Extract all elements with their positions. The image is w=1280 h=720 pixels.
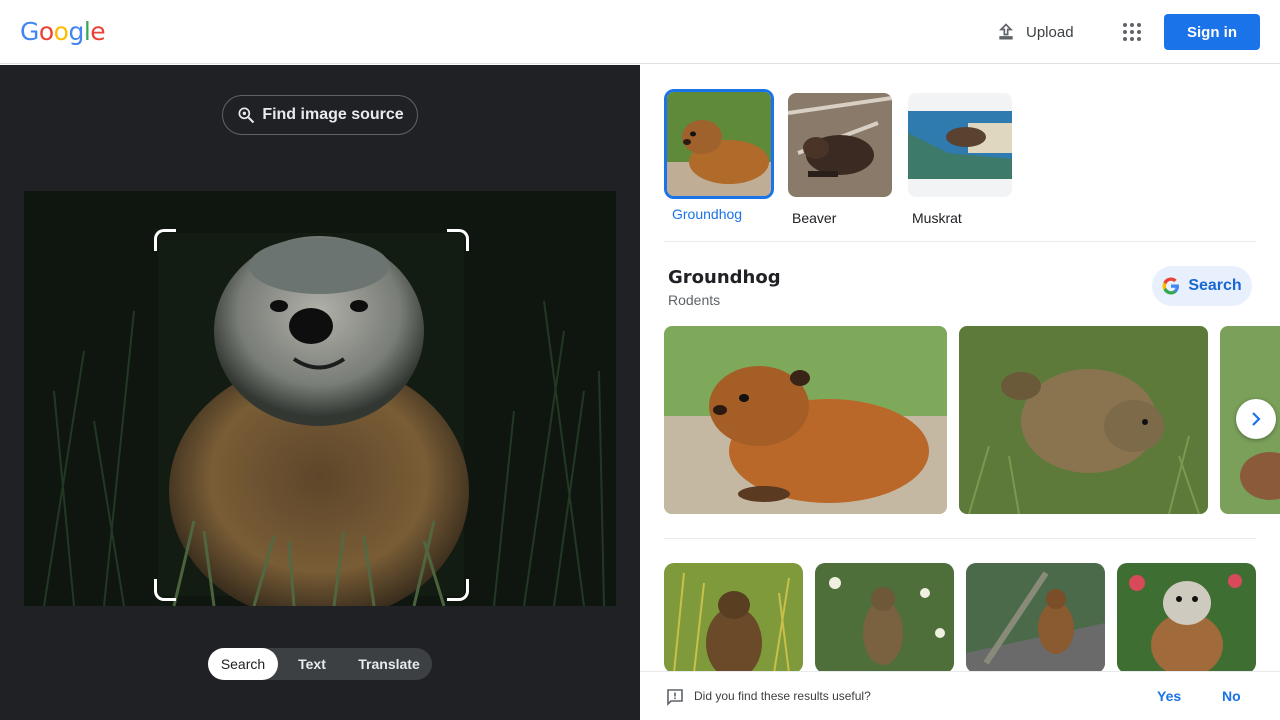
mode-switcher: Search Text Translate — [208, 648, 432, 680]
result-image[interactable] — [959, 326, 1208, 514]
visual-match-image[interactable] — [1117, 563, 1256, 673]
feedback-question: Did you find these results useful? — [694, 689, 871, 703]
chip-label: Groundhog — [672, 206, 743, 222]
divider — [664, 538, 1256, 539]
google-search-button[interactable]: Search — [1152, 266, 1252, 306]
mode-tab-translate[interactable]: Translate — [346, 648, 432, 680]
crop-corner-top-left[interactable] — [154, 229, 176, 251]
chip-beaver[interactable]: Beaver — [788, 93, 892, 226]
mode-tab-text[interactable]: Text — [278, 648, 346, 680]
crop-corner-top-right[interactable] — [447, 229, 469, 251]
google-search-label: Search — [1188, 277, 1242, 294]
chevron-right-icon — [1252, 412, 1261, 426]
logo-letter: o — [38, 17, 54, 46]
chip-thumbnail — [908, 93, 1012, 197]
google-g-icon — [1162, 277, 1180, 295]
logo-letter: o — [53, 17, 69, 46]
find-image-source-label: Find image source — [262, 106, 404, 123]
entity-title: Groundhog — [668, 267, 781, 288]
top-bar: Google Upload Sign in — [0, 0, 1280, 64]
chip-thumbnail — [664, 89, 774, 199]
feedback-bar: Did you find these results useful? Yes N… — [640, 671, 1280, 720]
visual-match-image[interactable] — [664, 563, 803, 673]
logo-letter: g — [68, 17, 84, 46]
visual-match-image[interactable] — [966, 563, 1105, 673]
query-image-panel: Find image source Search Text Translate — [0, 65, 640, 720]
crop-corner-bottom-left[interactable] — [154, 579, 176, 601]
chip-thumbnail — [788, 93, 892, 197]
google-logo[interactable]: Google — [20, 17, 106, 46]
apps-grid-icon — [1123, 23, 1141, 41]
query-image — [24, 191, 616, 606]
google-apps-button[interactable] — [1116, 16, 1148, 48]
result-image[interactable] — [664, 326, 947, 514]
visual-match-image[interactable] — [815, 563, 954, 673]
chip-muskrat[interactable]: Muskrat — [908, 93, 1012, 226]
logo-letter: G — [20, 17, 39, 46]
find-image-source-button[interactable]: Find image source — [222, 95, 418, 135]
upload-button[interactable]: Upload — [988, 16, 1082, 48]
upload-label: Upload — [1026, 23, 1074, 41]
upload-icon — [998, 23, 1014, 40]
sign-in-button[interactable]: Sign in — [1164, 14, 1260, 50]
feedback-icon — [667, 689, 683, 706]
chip-groundhog[interactable]: Groundhog — [664, 89, 774, 222]
logo-letter: e — [90, 17, 106, 46]
results-panel: Groundhog Beaver Muskrat Groundhog Roden… — [640, 65, 1280, 720]
entity-subtitle: Rodents — [668, 292, 721, 308]
carousel-next-button[interactable] — [1236, 399, 1276, 439]
chip-label: Beaver — [792, 210, 837, 226]
crop-corner-bottom-right[interactable] — [447, 579, 469, 601]
chip-label: Muskrat — [912, 210, 962, 226]
mode-tab-search[interactable]: Search — [208, 648, 278, 680]
divider — [664, 241, 1256, 242]
feedback-yes-button[interactable]: Yes — [1157, 688, 1181, 704]
lens-search-icon — [238, 107, 255, 124]
feedback-no-button[interactable]: No — [1222, 688, 1241, 704]
